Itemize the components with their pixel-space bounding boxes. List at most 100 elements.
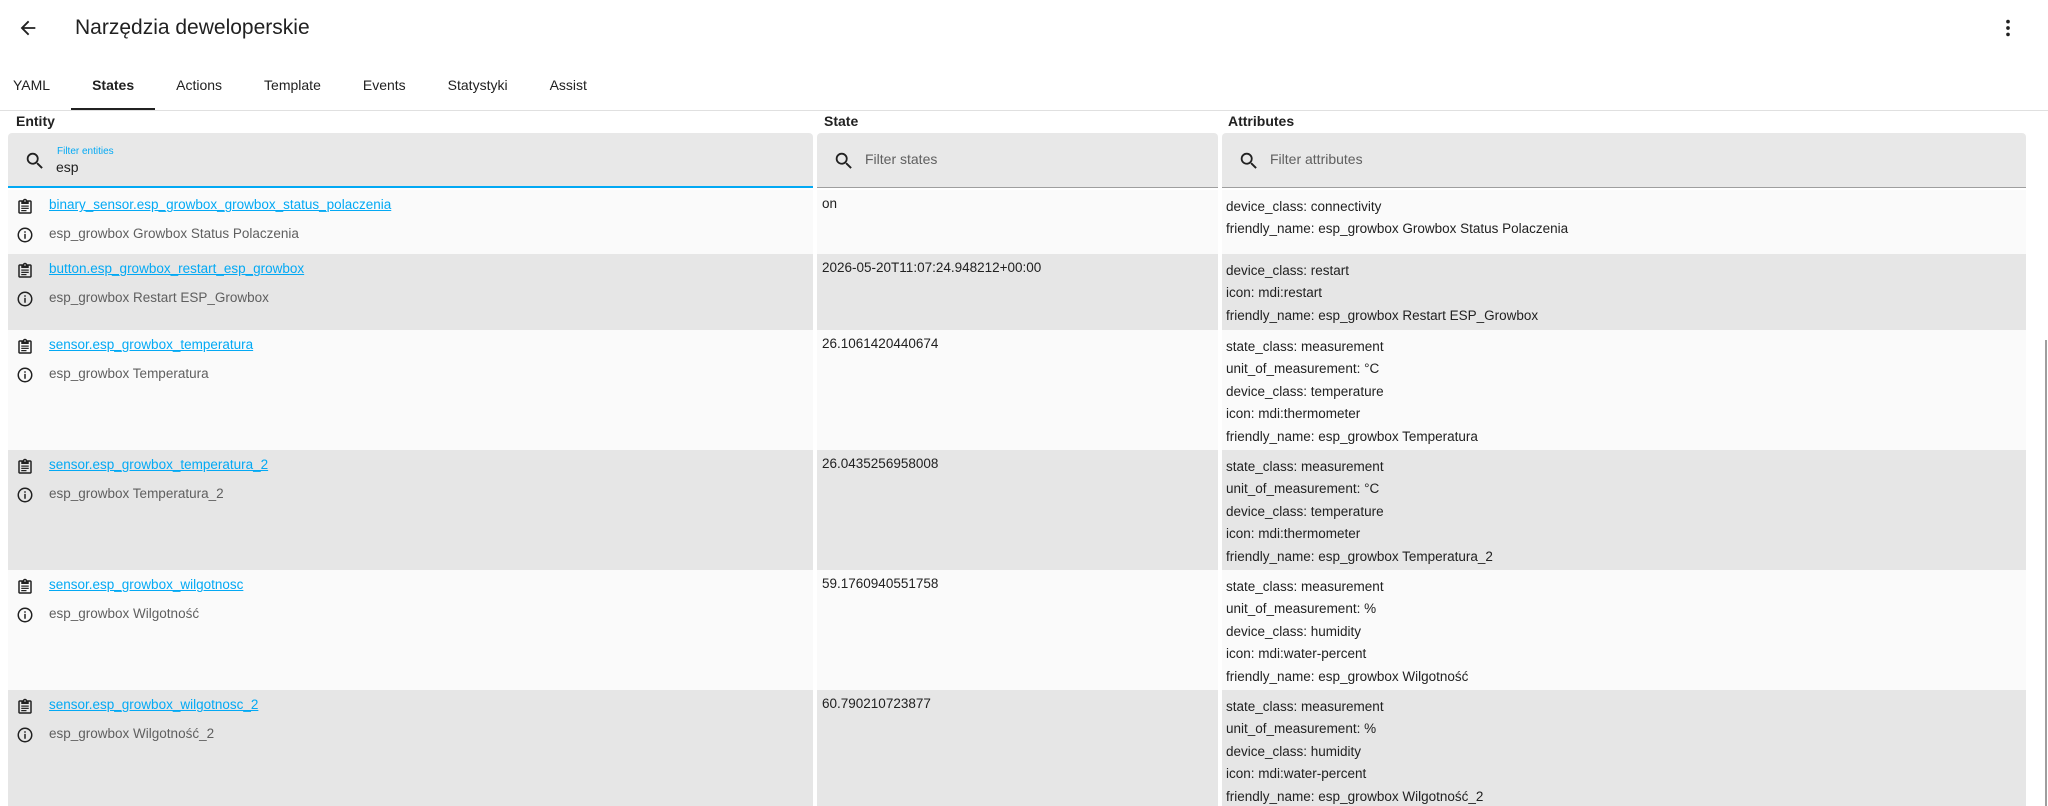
attributes-cell: state_class: measurement unit_of_measurem…: [1222, 570, 2026, 690]
page-title: Narzędzia deweloperskie: [75, 16, 310, 39]
state-cell: 59.1760940551758: [822, 576, 939, 591]
entity-filter-label: Filter entities: [57, 146, 114, 157]
filter-row: Filter entities: [8, 133, 2026, 188]
entity-cell: sensor.esp_growbox_temperatura_2 esp_gro…: [8, 450, 813, 570]
entity-cell: sensor.esp_growbox_wilgotnosc_2 esp_grow…: [8, 690, 813, 806]
entity-friendly-name: esp_growbox Growbox Status Polaczenia: [49, 226, 299, 241]
overflow-menu-button[interactable]: [1992, 12, 2024, 44]
attribute-line: device_class: restart: [1226, 263, 1350, 278]
attribute-line: friendly_name: esp_growbox Temperatura_2: [1226, 548, 1493, 564]
tab-statystyki[interactable]: Statystyki: [427, 60, 529, 110]
info-icon[interactable]: [16, 226, 34, 244]
table-row: sensor.esp_growbox_wilgotnosc esp_growbo…: [8, 570, 2026, 690]
arrow-left-icon: [20, 20, 36, 36]
attribute-line: state_class: measurement: [1226, 339, 1384, 354]
clipboard-list-icon[interactable]: [16, 262, 34, 280]
attribute-line: state_class: measurement: [1226, 459, 1384, 474]
entity-cell: sensor.esp_growbox_wilgotnosc esp_growbo…: [8, 570, 813, 690]
attribute-line: unit_of_measurement: °C: [1226, 481, 1380, 497]
info-icon[interactable]: [16, 726, 34, 744]
clipboard-list-icon[interactable]: [16, 698, 34, 716]
tabs-divider: [0, 110, 2048, 111]
attribute-line: icon: mdi:thermometer: [1226, 526, 1361, 542]
attribute-line: unit_of_measurement: %: [1226, 601, 1377, 617]
column-header-attributes: Attributes: [1228, 113, 1295, 129]
attributes-cell: state_class: measurement unit_of_measurem…: [1222, 330, 2026, 450]
info-icon[interactable]: [16, 486, 34, 504]
attribute-line: friendly_name: esp_growbox Growbox Statu…: [1226, 221, 1569, 237]
search-icon: [1240, 152, 1257, 169]
entity-id-link[interactable]: sensor.esp_growbox_temperatura: [49, 337, 253, 352]
entity-friendly-name: esp_growbox Restart ESP_Growbox: [49, 290, 269, 305]
clipboard-list-icon[interactable]: [16, 458, 34, 476]
entity-filter-field[interactable]: Filter entities: [8, 133, 813, 188]
tab-states[interactable]: States: [71, 60, 156, 110]
entity-cell: sensor.esp_growbox_temperatura esp_growb…: [8, 330, 813, 450]
attributes-cell: device_class: connectivity friendly_name:…: [1222, 190, 2026, 254]
dots-vertical-icon: [2006, 19, 2010, 37]
attribute-line: device_class: temperature: [1226, 503, 1384, 519]
state-filter-input[interactable]: [865, 151, 1185, 167]
entity-id-link[interactable]: sensor.esp_growbox_temperatura_2: [49, 457, 268, 472]
toolbar: Narzędzia deweloperskie: [0, 0, 2048, 60]
entity-friendly-name: esp_growbox Temperatura_2: [49, 486, 224, 501]
table-row: binary_sensor.esp_growbox_growbox_status…: [8, 190, 2026, 254]
attributes-cell: state_class: measurement unit_of_measurem…: [1222, 690, 2026, 806]
attribute-line: icon: mdi:water-percent: [1226, 766, 1367, 782]
entity-friendly-name: esp_growbox Temperatura: [49, 366, 209, 381]
entity-cell: binary_sensor.esp_growbox_growbox_status…: [8, 190, 813, 254]
attribute-line: device_class: connectivity: [1226, 199, 1382, 214]
attributes-filter-field[interactable]: [1222, 133, 2026, 188]
tab-assist[interactable]: Assist: [529, 60, 608, 110]
info-icon[interactable]: [16, 290, 34, 308]
attribute-line: unit_of_measurement: %: [1226, 721, 1377, 737]
attribute-line: friendly_name: esp_growbox Restart ESP_G…: [1226, 307, 1539, 323]
state-cell: 60.790210723877: [822, 696, 931, 711]
attribute-line: device_class: temperature: [1226, 383, 1384, 399]
scrollbar-thumb[interactable]: [2045, 340, 2047, 806]
state-filter-field[interactable]: [817, 133, 1218, 188]
clipboard-list-icon[interactable]: [16, 338, 34, 356]
entity-id-link[interactable]: sensor.esp_growbox_wilgotnosc_2: [49, 697, 258, 712]
table-row: sensor.esp_growbox_temperatura_2 esp_gro…: [8, 450, 2026, 570]
search-icon: [835, 152, 852, 169]
attribute-line: state_class: measurement: [1226, 579, 1384, 594]
tab-actions[interactable]: Actions: [155, 60, 243, 110]
clipboard-list-icon[interactable]: [16, 578, 34, 596]
entity-id-link[interactable]: button.esp_growbox_restart_esp_growbox: [49, 261, 304, 276]
table-row: button.esp_growbox_restart_esp_growbox e…: [8, 254, 2026, 330]
info-icon[interactable]: [16, 366, 34, 384]
entity-table: binary_sensor.esp_growbox_growbox_status…: [8, 190, 2026, 806]
attribute-line: icon: mdi:water-percent: [1226, 646, 1367, 662]
attributes-filter-input[interactable]: [1270, 151, 1970, 167]
state-cell: 26.0435256958008: [822, 456, 939, 471]
table-row: sensor.esp_growbox_wilgotnosc_2 esp_grow…: [8, 690, 2026, 806]
entity-id-link[interactable]: sensor.esp_growbox_wilgotnosc: [49, 577, 243, 592]
attribute-line: friendly_name: esp_growbox Temperatura: [1226, 428, 1478, 444]
tab-yaml[interactable]: YAML: [0, 60, 71, 110]
entity-filter-input[interactable]: [56, 159, 756, 175]
attribute-line: device_class: humidity: [1226, 623, 1362, 639]
tab-template[interactable]: Template: [243, 60, 342, 110]
attribute-line: state_class: measurement: [1226, 699, 1384, 714]
scrollbar[interactable]: [2040, 0, 2048, 806]
clipboard-list-icon[interactable]: [16, 198, 34, 216]
state-cell: on: [822, 196, 838, 211]
attributes-cell: device_class: restart icon: mdi:restart fr…: [1222, 254, 2026, 330]
column-header-entity: Entity: [16, 113, 55, 129]
tab-events[interactable]: Events: [342, 60, 427, 110]
attribute-line: friendly_name: esp_growbox Wilgotność: [1226, 668, 1469, 684]
table-row: sensor.esp_growbox_temperatura esp_growb…: [8, 330, 2026, 450]
attribute-line: unit_of_measurement: °C: [1226, 361, 1380, 377]
column-header-state: State: [824, 113, 859, 129]
table-header: Entity State Attributes: [0, 113, 2048, 133]
entity-id-link[interactable]: binary_sensor.esp_growbox_growbox_status…: [49, 197, 391, 212]
attribute-line: icon: mdi:restart: [1226, 285, 1323, 301]
tab-bar: YAML States Actions Template Events Stat…: [0, 60, 2048, 110]
state-cell: 2026-05-20T11:07:24.948212+00:00: [822, 260, 1042, 275]
attributes-cell: state_class: measurement unit_of_measurem…: [1222, 450, 2026, 570]
entity-friendly-name: esp_growbox Wilgotność: [49, 606, 200, 621]
back-button[interactable]: [12, 12, 44, 44]
info-icon[interactable]: [16, 606, 34, 624]
search-icon: [26, 152, 43, 169]
